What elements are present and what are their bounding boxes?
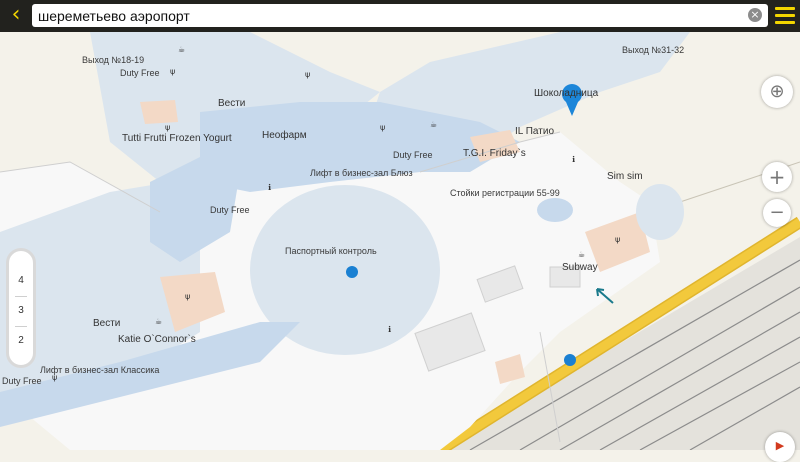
hall-zone	[537, 198, 573, 222]
floor-divider	[15, 296, 27, 297]
svg-text:☕: ☕	[430, 120, 437, 129]
svg-text:ψ: ψ	[170, 67, 175, 76]
chevron-left-icon[interactable]: ‹	[4, 4, 28, 28]
map-label: IL Патио	[515, 126, 555, 137]
map-view[interactable]: ψ ☕ ψ ☕ ψψ ℹℹ ψ ☕ ψ ☕ ℹψ Выход №18-19 Duty F…	[0, 32, 800, 450]
svg-text:ℹ: ℹ	[268, 183, 271, 192]
map-label: Duty Free	[2, 376, 42, 386]
svg-text:☕: ☕	[578, 250, 585, 259]
zoom-in-button[interactable]: +	[762, 162, 792, 192]
crosshair-icon[interactable]: ⊕	[761, 76, 793, 108]
svg-text:ψ: ψ	[165, 123, 170, 132]
station-dot	[564, 354, 576, 366]
map-label: Duty Free	[210, 205, 250, 215]
svg-text:☕: ☕	[178, 45, 185, 54]
svg-text:ψ: ψ	[185, 292, 190, 301]
svg-text:ℹ: ℹ	[388, 325, 391, 334]
map-label: T.G.I. Friday`s	[463, 148, 526, 159]
floor-selector: 4 3 2	[6, 248, 36, 368]
floor-button-2[interactable]: 2	[9, 335, 33, 346]
map-label: Лифт в бизнес-зал Блюз	[310, 168, 413, 178]
zoom-out-button[interactable]: −	[763, 199, 791, 227]
floor-button-3[interactable]: 3	[9, 305, 33, 316]
map-label: Sim sim	[607, 171, 643, 182]
search-input[interactable]	[32, 4, 768, 27]
map-label: Выход №31-32	[622, 45, 685, 55]
svg-text:☕: ☕	[155, 317, 162, 326]
clear-icon[interactable]: ×	[748, 8, 762, 22]
map-label: Вести	[218, 98, 246, 109]
svg-text:ψ: ψ	[305, 70, 310, 79]
map-label: Duty Free	[120, 68, 160, 78]
map-canvas[interactable]: ψ☕ ψ☕ ψψ ℹℹ ψ☕ ψ☕ ℹψ	[0, 32, 800, 450]
hamburger-menu-icon[interactable]	[775, 7, 795, 25]
play-icon[interactable]: ▶	[765, 432, 795, 462]
map-label: Лифт в бизнес-зал Классика	[40, 365, 160, 375]
passport-control-dot	[346, 266, 358, 278]
map-label: Неофарм	[262, 130, 307, 141]
floor-divider	[15, 326, 27, 327]
map-label: Шоколадница	[534, 88, 599, 99]
map-label: Паспортный контроль	[285, 246, 377, 256]
svg-text:ℹ: ℹ	[572, 155, 575, 164]
svg-text:ψ: ψ	[615, 235, 620, 244]
map-label: Subway	[562, 262, 598, 273]
sim-sim-zone	[636, 184, 684, 240]
floor-button-4[interactable]: 4	[9, 275, 33, 286]
map-label: Вести	[93, 318, 121, 329]
map-label: Duty Free	[393, 150, 433, 160]
map-label: Стойки регистрации 55-99	[450, 188, 560, 198]
map-label: Katie O`Connor`s	[118, 334, 196, 345]
top-bar: ‹ ×	[0, 0, 800, 32]
map-label: Tutti Frutti Frozen Yogurt	[122, 133, 232, 144]
svg-text:ψ: ψ	[380, 123, 385, 132]
map-label: Выход №18-19	[82, 55, 145, 65]
